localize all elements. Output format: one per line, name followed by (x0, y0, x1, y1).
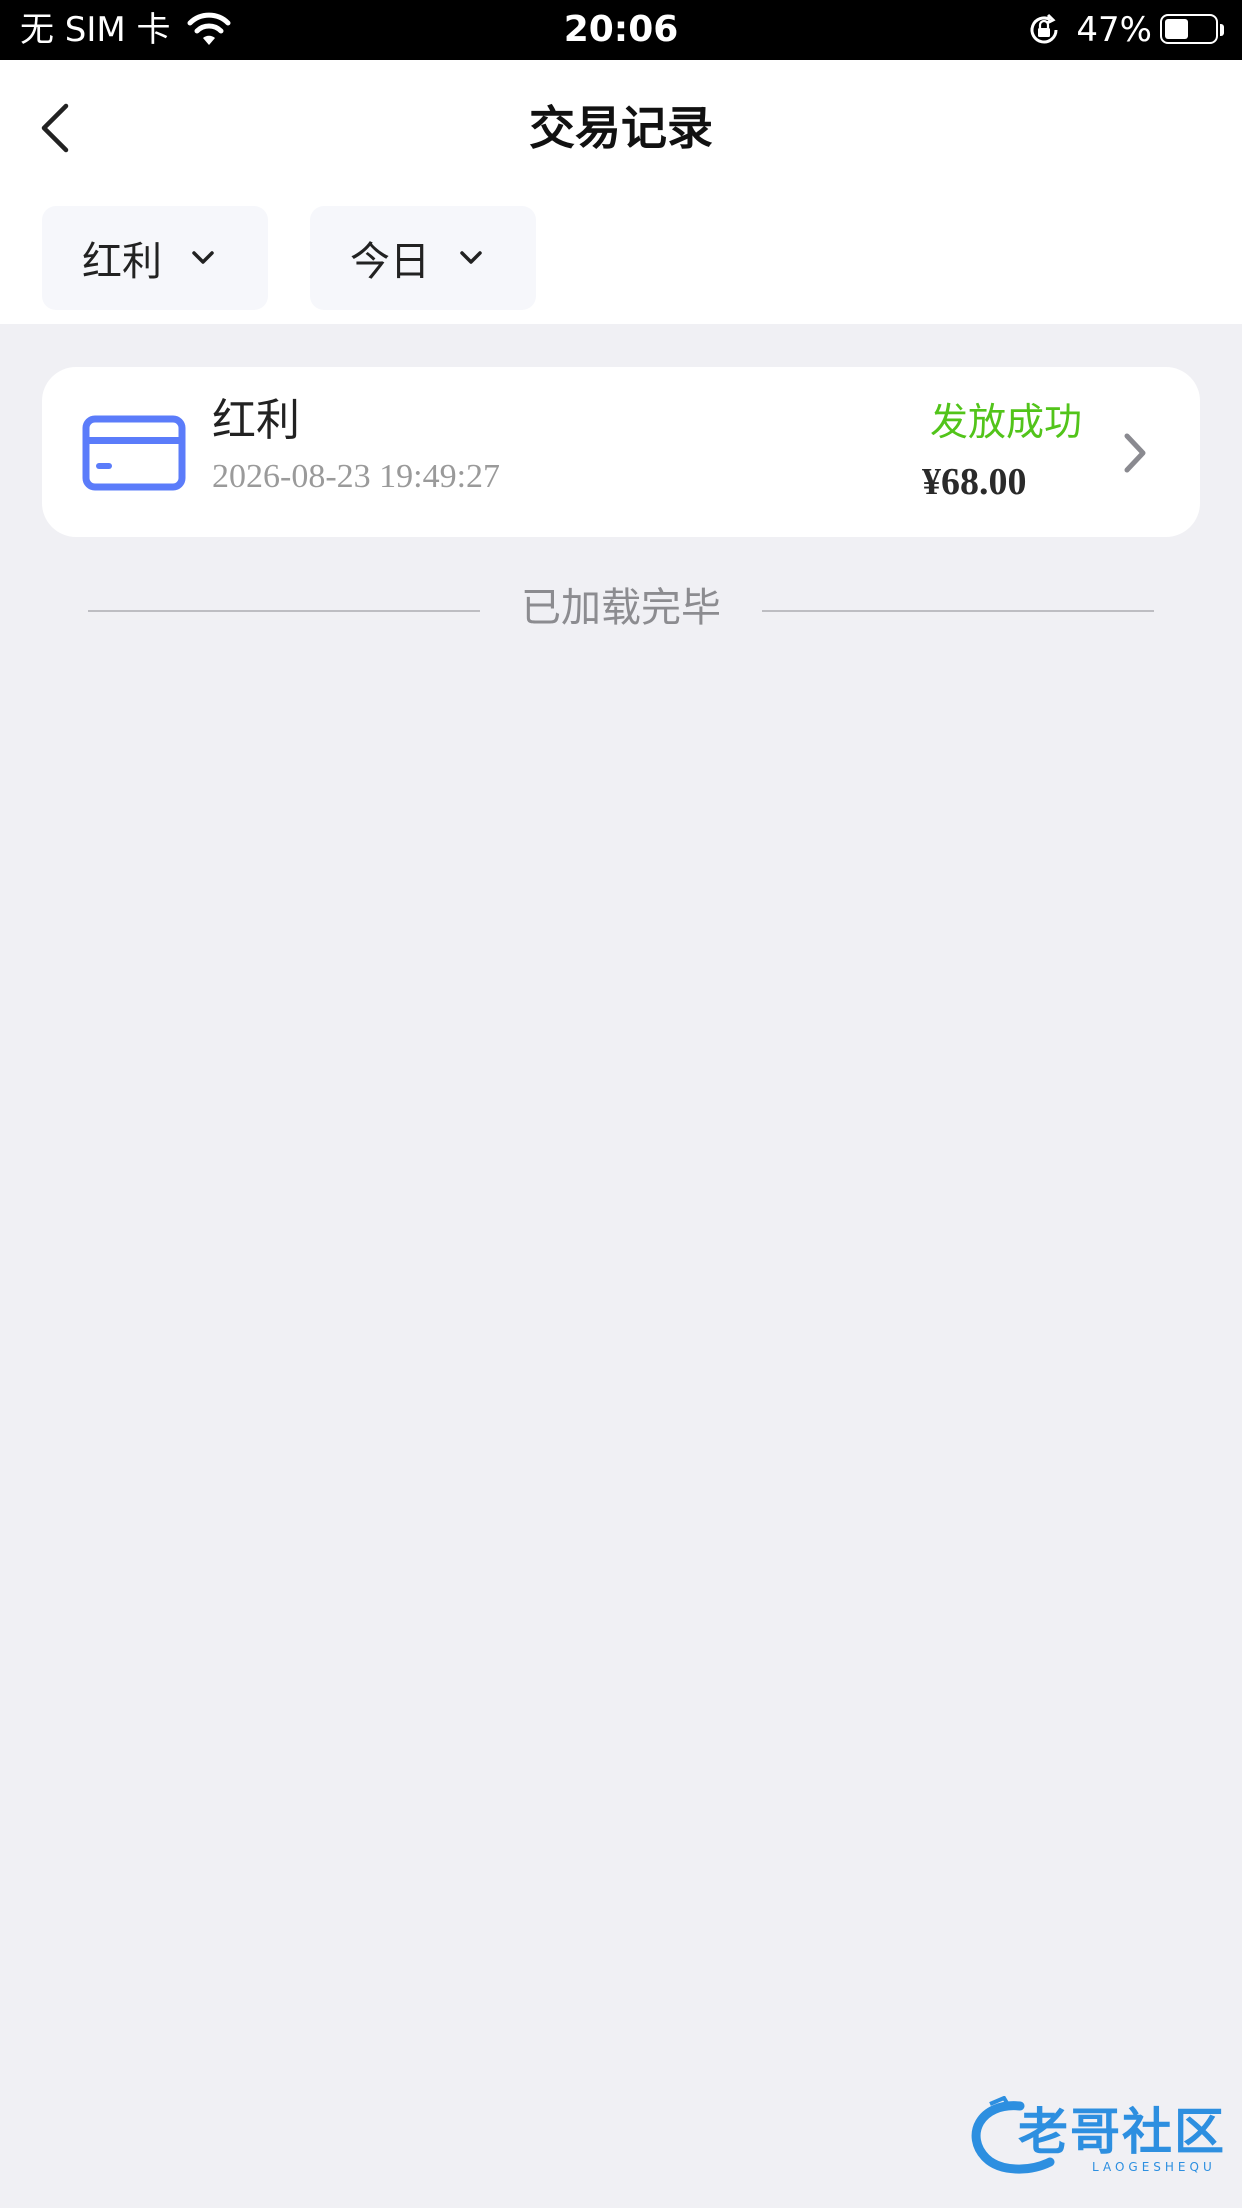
chevron-down-icon (192, 251, 214, 264)
status-right: 47% (1026, 8, 1226, 52)
watermark-subtext: LAOGESHEQU (1092, 2160, 1216, 2174)
page-title: 交易记录 (529, 101, 713, 155)
date-filter-label: 今日 (350, 239, 430, 285)
record-name: 红利 (212, 395, 300, 446)
type-filter-label: 红利 (82, 239, 162, 285)
chevron-down-icon (460, 251, 482, 264)
watermark-text: 老哥社区 (1018, 2103, 1226, 2161)
chevron-right-icon (1124, 433, 1146, 473)
status-bar: 无 SIM 卡 20:06 47% (0, 0, 1242, 60)
divider-left (88, 610, 480, 612)
watermark-logo: 老哥社区 LAOGESHEQU (960, 2096, 1230, 2176)
nav-header: 交易记录 (0, 60, 1242, 190)
record-amount: ¥68.00 (922, 461, 1027, 503)
battery-percent: 47% (1076, 10, 1152, 50)
filter-bar: 红利 今日 (0, 190, 1242, 324)
list-end-text: 已加载完毕 (521, 585, 721, 631)
record-datetime: 2026-08-23 19:49:27 (212, 458, 501, 495)
date-filter-dropdown[interactable]: 今日 (310, 206, 536, 310)
divider-right (762, 610, 1154, 612)
orientation-lock-icon (1030, 13, 1058, 44)
record-status: 发放成功 (929, 400, 1082, 444)
battery-icon (1160, 14, 1226, 46)
type-filter-dropdown[interactable]: 红利 (42, 206, 268, 310)
transaction-record-card[interactable]: 红利 2026-08-23 19:49:27 发放成功 ¥68.00 (42, 367, 1200, 537)
card-icon (82, 415, 186, 491)
